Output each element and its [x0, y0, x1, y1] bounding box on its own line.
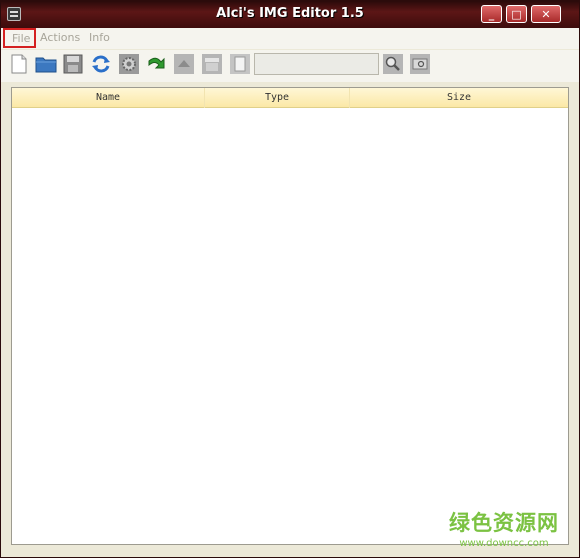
- maximize-button[interactable]: □: [506, 5, 527, 23]
- watermark-url: www.downcc.com: [459, 538, 549, 549]
- toolbar: [1, 50, 579, 82]
- column-header-size[interactable]: Size: [350, 92, 568, 103]
- table-header: Name Type Size: [12, 88, 568, 108]
- refresh-button[interactable]: [89, 52, 113, 76]
- table-body[interactable]: [12, 108, 568, 544]
- watermark-text: 绿色资源网: [449, 511, 559, 535]
- file-table[interactable]: Name Type Size: [11, 87, 569, 545]
- export-button[interactable]: [172, 52, 196, 76]
- archive-button[interactable]: [200, 52, 224, 76]
- minimize-button[interactable]: _: [481, 5, 502, 23]
- menu-info[interactable]: Info: [89, 31, 110, 44]
- new-file-icon: [11, 54, 27, 74]
- close-button[interactable]: ✕: [531, 5, 561, 23]
- title-bar[interactable]: Alci's IMG Editor 1.5 _ □ ✕: [1, 1, 579, 28]
- search-input[interactable]: [254, 53, 379, 75]
- menu-file[interactable]: File: [3, 28, 36, 48]
- settings-gear-icon: [119, 54, 139, 74]
- import-button[interactable]: [145, 52, 169, 76]
- menu-actions[interactable]: Actions: [40, 31, 80, 44]
- open-folder-button[interactable]: [34, 52, 58, 76]
- archive-icon: [202, 54, 222, 74]
- column-header-name[interactable]: Name: [12, 92, 204, 103]
- refresh-icon: [92, 55, 110, 73]
- find-in-folder-icon: [410, 54, 430, 74]
- find-in-folder-button[interactable]: [408, 52, 432, 76]
- export-icon: [174, 54, 194, 74]
- app-window: Alci's IMG Editor 1.5 _ □ ✕ File Actions…: [0, 0, 580, 558]
- column-header-type[interactable]: Type: [205, 92, 349, 103]
- search-button[interactable]: [381, 52, 405, 76]
- settings-button[interactable]: [117, 52, 141, 76]
- open-folder-icon: [35, 57, 57, 73]
- watermark: 绿色资源网 www.downcc.com: [439, 507, 569, 555]
- save-icon: [63, 54, 83, 74]
- new-file-button[interactable]: [7, 52, 31, 76]
- save-button[interactable]: [61, 52, 85, 76]
- document-icon: [230, 54, 250, 74]
- search-icon: [383, 54, 403, 74]
- menu-bar: File Actions Info: [1, 28, 579, 49]
- document-button[interactable]: [228, 52, 252, 76]
- import-arrow-icon: [148, 57, 165, 69]
